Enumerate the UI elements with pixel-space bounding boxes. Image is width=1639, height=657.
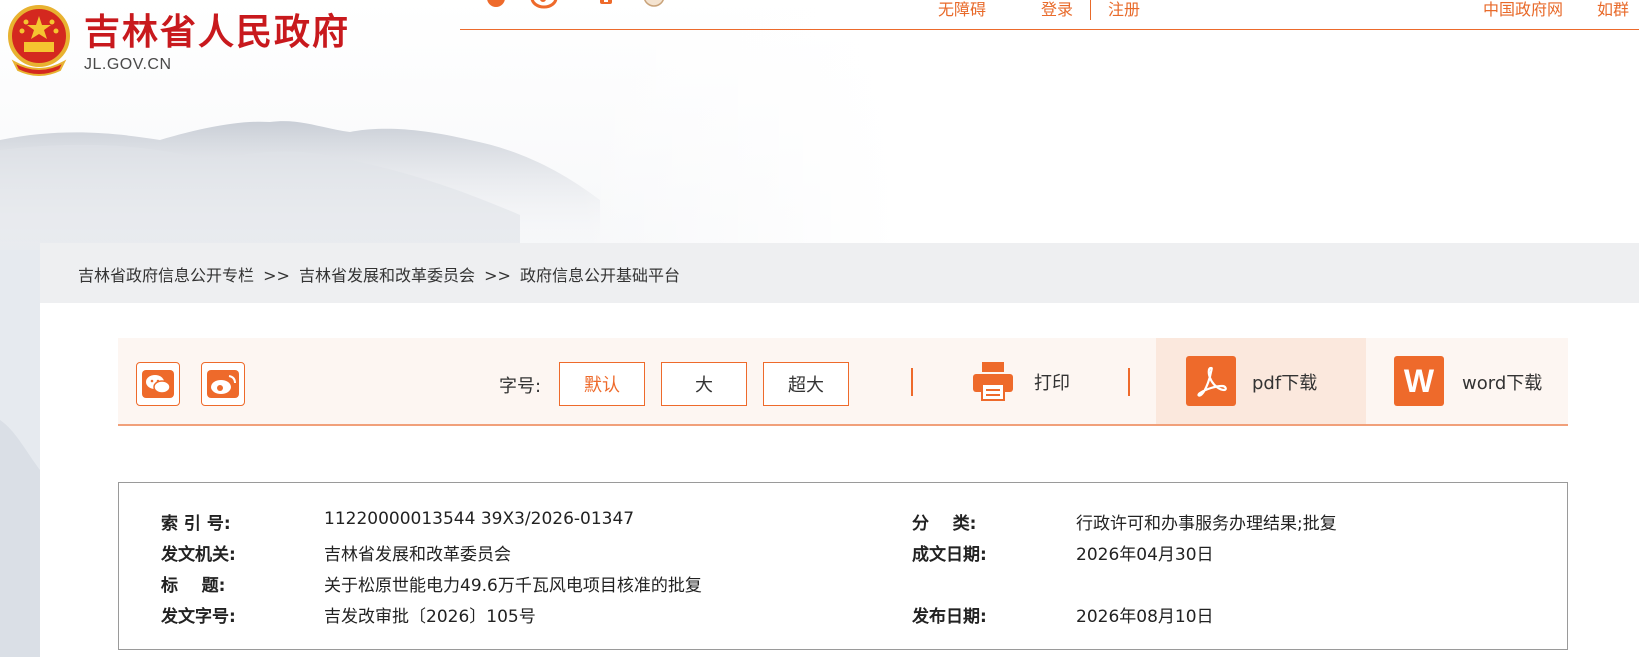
- issuer-label: 发文机关:: [161, 545, 236, 565]
- toolbar-divider: [911, 368, 913, 396]
- written-date-label: 成文日期:: [912, 545, 987, 565]
- word-icon: W: [1394, 356, 1444, 406]
- breadcrumb-separator: >>: [263, 266, 290, 285]
- breadcrumb: 吉林省政府信息公开专栏 >> 吉林省发展和改革委员会 >> 政府信息公开基础平台: [78, 262, 680, 286]
- breadcrumb-item-drc[interactable]: 吉林省发展和改革委员会: [299, 262, 475, 286]
- publish-date-label: 发布日期:: [912, 607, 987, 627]
- font-size-default-button[interactable]: 默认: [559, 362, 645, 406]
- category-label: 分 类:: [912, 514, 977, 534]
- elder-mode-icon[interactable]: [640, 0, 668, 14]
- breadcrumb-item-info-column[interactable]: 吉林省政府信息公开专栏: [78, 262, 254, 286]
- title-value: 关于松原世能电力49.6万千瓦风电项目核准的批复: [324, 576, 702, 596]
- publish-date-value: 2026年08月10日: [1076, 607, 1214, 627]
- site-domain: JL.GOV.CN: [84, 56, 172, 73]
- top-nav-bar: 无障碍 登录 注册 中国政府网 如群: [460, 0, 1639, 30]
- partial-link[interactable]: 如群: [1597, 0, 1629, 20]
- category-value: 行政许可和办事服务办理结果;批复: [1076, 514, 1337, 534]
- article-toolbar: 字号: 默认 大 超大 打印 pdf下载 W word下载: [118, 338, 1568, 426]
- mobile-icon[interactable]: [592, 0, 620, 14]
- weibo-icon: [207, 370, 239, 398]
- index-no-label: 索 引 号:: [161, 514, 231, 534]
- title-label: 标 题:: [161, 576, 226, 596]
- word-download-label: word下载: [1462, 373, 1543, 394]
- weibo-icon[interactable]: [530, 0, 558, 14]
- font-size-large-button[interactable]: 大: [661, 362, 747, 406]
- accessibility-link[interactable]: 无障碍: [938, 0, 986, 20]
- issuer-value: 吉林省发展和改革委员会: [324, 545, 511, 565]
- national-emblem-icon: [8, 5, 70, 76]
- breadcrumb-item-platform[interactable]: 政府信息公开基础平台: [520, 262, 680, 286]
- document-metadata: 索 引 号: 11220000013544 39X3/2026-01347 分 …: [118, 482, 1568, 650]
- print-icon[interactable]: [971, 360, 1015, 402]
- doc-no-value: 吉发改审批〔2026〕105号: [324, 607, 536, 627]
- site-brand[interactable]: 吉林省人民政府 JL.GOV.CN: [6, 4, 350, 84]
- index-no-value: 11220000013544 39X3/2026-01347: [324, 509, 635, 529]
- print-button[interactable]: 打印: [1034, 369, 1070, 395]
- pdf-icon: [1186, 356, 1236, 406]
- central-gov-link[interactable]: 中国政府网: [1483, 0, 1563, 20]
- font-size-xlarge-button[interactable]: 超大: [763, 362, 849, 406]
- toolbar-divider: [1128, 368, 1130, 396]
- login-divider: [1090, 0, 1091, 20]
- pdf-download-label: pdf下载: [1252, 373, 1318, 394]
- wechat-share-button[interactable]: [136, 362, 180, 406]
- breadcrumb-separator: >>: [484, 266, 511, 285]
- weibo-share-button[interactable]: [201, 362, 245, 406]
- login-link[interactable]: 登录: [1041, 0, 1073, 20]
- site-title: 吉林省人民政府: [84, 11, 351, 53]
- wechat-icon: [142, 370, 174, 398]
- written-date-value: 2026年04月30日: [1076, 545, 1214, 565]
- pdf-download-area[interactable]: pdf下载: [1156, 338, 1366, 424]
- register-link[interactable]: 注册: [1108, 0, 1140, 20]
- weibo-dot-icon[interactable]: [482, 0, 510, 14]
- font-size-label: 字号:: [499, 376, 542, 397]
- doc-no-label: 发文字号:: [161, 607, 236, 627]
